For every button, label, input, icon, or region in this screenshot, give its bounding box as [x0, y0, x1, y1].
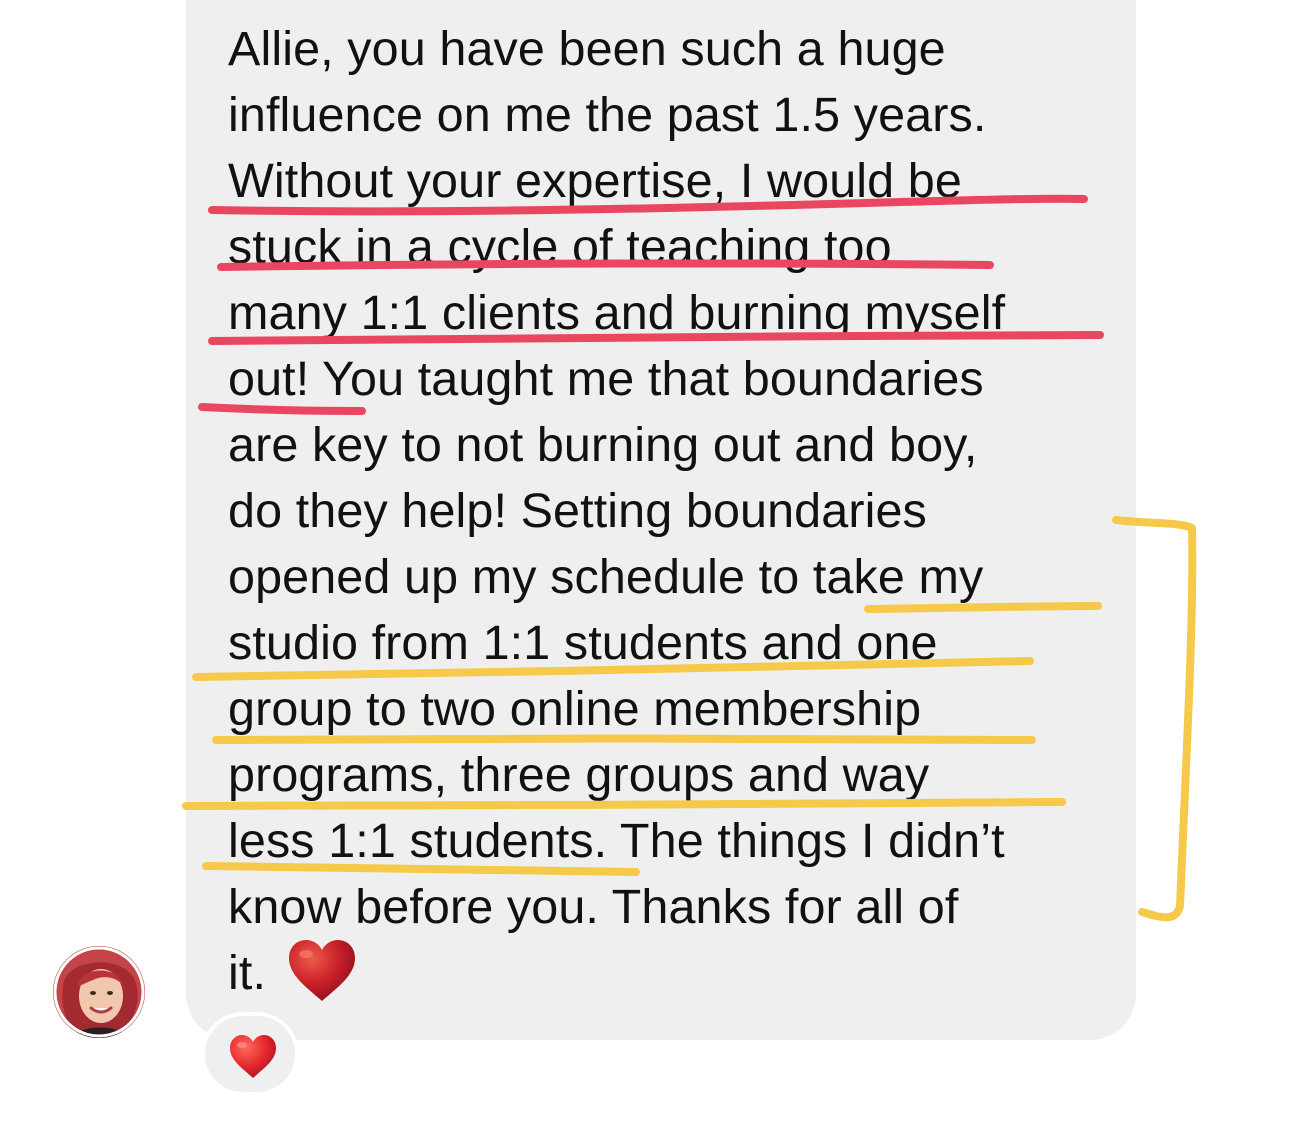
message-line: know before you. Thanks for all of: [228, 880, 959, 934]
message-line: programs, three groups and way: [228, 748, 930, 802]
heart-icon: [289, 940, 355, 1001]
message-line: less 1:1 students. The things I didn’t: [228, 814, 1005, 868]
message-line: influence on me the past 1.5 years.: [228, 88, 987, 142]
reaction-badge[interactable]: [201, 1012, 299, 1096]
message-line: do they help! Setting boundaries: [228, 484, 927, 538]
message-line: many 1:1 clients and burning myself: [228, 286, 1006, 340]
avatar[interactable]: [53, 946, 145, 1038]
message-text: Allie, you have been such a huge influen…: [228, 16, 1128, 1006]
message-line: it.: [228, 946, 267, 1000]
message-line: Allie, you have been such a huge: [228, 22, 946, 76]
message-line: are key to not burning out and boy,: [228, 418, 978, 472]
message-line: group to two online membership: [228, 682, 922, 736]
message-line: stuck in a cycle of teaching too: [228, 220, 892, 274]
message-line: out! You taught me that boundaries: [228, 352, 984, 406]
message-line: opened up my schedule to take my: [228, 550, 984, 604]
message-line: Without your expertise, I would be: [228, 154, 962, 208]
message-line: studio from 1:1 students and one: [228, 616, 938, 670]
profile-photo-icon: [53, 946, 145, 1038]
heart-icon: [230, 1035, 276, 1078]
